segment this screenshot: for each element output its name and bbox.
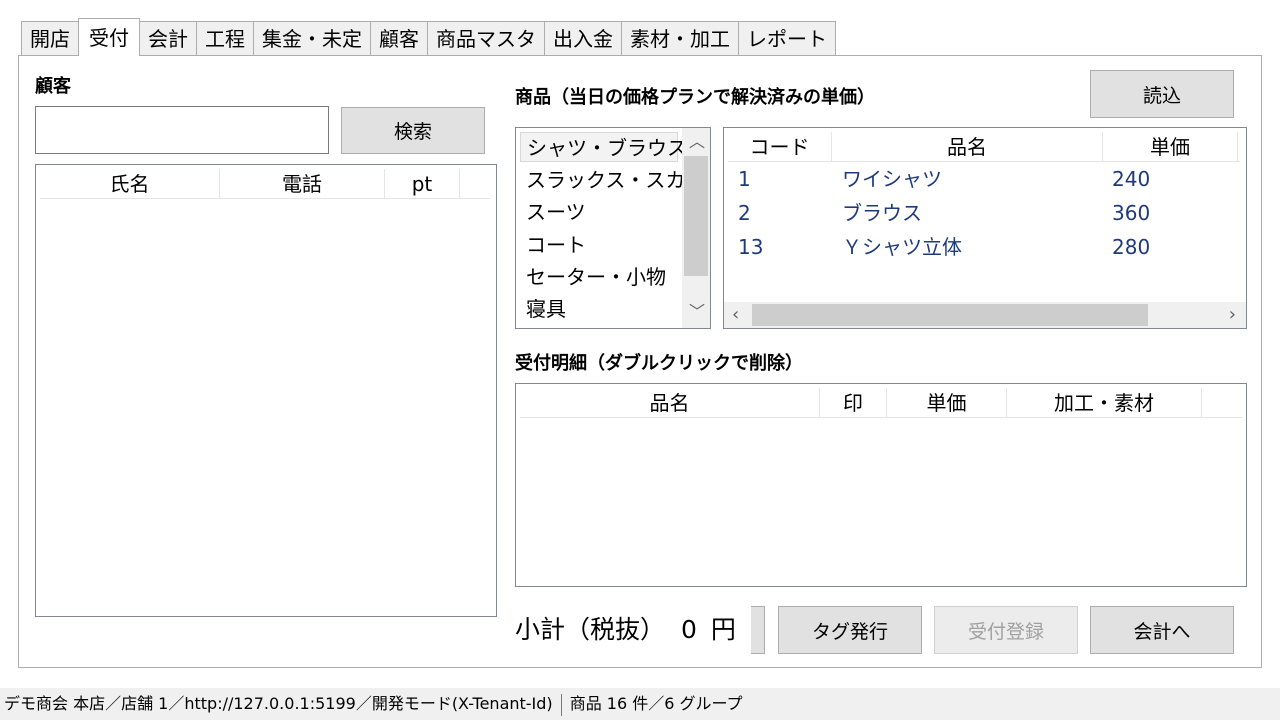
product-table-scroll-thumb[interactable]	[752, 304, 1148, 326]
subtotal-divider	[751, 606, 765, 654]
details-title: 受付明細（ダブルクリックで削除）	[515, 353, 803, 374]
status-separator	[560, 693, 562, 716]
product-group-list[interactable]: シャツ・ブラウス スラックス・スカート スーツ コート セーター・小物 寝具 ︿…	[515, 127, 711, 329]
tab-process[interactable]: 工程	[196, 21, 254, 56]
cell-code: 13	[738, 235, 764, 259]
cell-code: 1	[738, 167, 751, 191]
product-table-hscrollbar[interactable]: ‹ ›	[724, 302, 1246, 328]
column-header-points[interactable]: pt	[385, 169, 460, 198]
register-reception-button[interactable]: 受付登録	[934, 606, 1078, 654]
list-item[interactable]: 寝具	[520, 294, 678, 324]
customer-search-input[interactable]	[35, 106, 329, 154]
column-header-mark[interactable]: 印	[820, 388, 887, 417]
column-header-code[interactable]: コード	[728, 132, 832, 161]
cell-price: 280	[1112, 235, 1151, 259]
table-row[interactable]: 13 Ｙシャツ立体 280	[724, 230, 1150, 264]
tab-collection[interactable]: 集金・未定	[253, 21, 371, 56]
customer-table[interactable]: 氏名 電話 pt	[35, 164, 497, 617]
details-table-header: 品名 印 単価 加工・素材	[520, 388, 1242, 418]
reception-panel: 顧客 検索 氏名 電話 pt 商品（当日の価格プランで解決済みの単価） 読込 シ…	[18, 55, 1262, 668]
subtotal-label: 小計（税抜）	[515, 615, 666, 644]
column-header-product-name[interactable]: 品名	[832, 132, 1103, 161]
column-header-unit-price[interactable]: 単価	[887, 388, 1007, 417]
list-item[interactable]: スラックス・スカート	[520, 165, 710, 195]
tab-reports[interactable]: レポート	[738, 21, 836, 56]
subtotal-unit: 円	[710, 615, 736, 644]
details-table[interactable]: 品名 印 単価 加工・素材	[515, 383, 1247, 587]
column-header-phone[interactable]: 電話	[220, 169, 385, 198]
cell-price: 240	[1112, 167, 1151, 191]
customer-title: 顧客	[35, 76, 71, 97]
load-button[interactable]: 読込	[1090, 70, 1234, 118]
column-header-processing[interactable]: 加工・素材	[1007, 388, 1202, 417]
table-row[interactable]: 1 ワイシャツ 240	[724, 162, 1150, 196]
product-table-header: コード 品名 単価	[728, 132, 1240, 162]
subtotal-value: 0	[680, 615, 697, 644]
product-table[interactable]: コード 品名 単価 1 ワイシャツ 240 2 ブラウス 360 13 Ｙシャツ…	[723, 127, 1247, 329]
group-list-scrollbar[interactable]: ︿ ﹀	[682, 128, 710, 328]
tab-open[interactable]: 開店	[21, 21, 79, 56]
column-header-price[interactable]: 単価	[1103, 132, 1238, 161]
cell-name: ワイシャツ	[842, 167, 942, 191]
customer-table-header: 氏名 電話 pt	[40, 169, 490, 199]
tab-customers[interactable]: 顧客	[370, 21, 428, 56]
scroll-left-icon[interactable]: ‹	[732, 306, 739, 324]
cell-price: 360	[1112, 201, 1151, 225]
cell-name: Ｙシャツ立体	[842, 235, 962, 259]
tab-cash-in-out[interactable]: 出入金	[544, 21, 622, 56]
column-header-item-name[interactable]: 品名	[520, 388, 820, 417]
column-header-name[interactable]: 氏名	[40, 169, 220, 198]
list-item[interactable]: セーター・小物	[520, 262, 678, 292]
scroll-down-icon[interactable]: ﹀	[689, 304, 705, 320]
products-title: 商品（当日の価格プランで解決済みの単価）	[515, 87, 875, 108]
cell-code: 2	[738, 201, 751, 225]
tab-reception[interactable]: 受付	[78, 18, 140, 56]
tab-bar: 開店 受付 会計 工程 集金・未定 顧客 商品マスタ 出入金 素材・加工 レポー…	[21, 18, 836, 56]
list-item[interactable]: スーツ	[520, 197, 678, 227]
go-to-checkout-button[interactable]: 会計へ	[1090, 606, 1234, 654]
tab-product-master[interactable]: 商品マスタ	[427, 21, 545, 56]
tab-materials[interactable]: 素材・加工	[621, 21, 739, 56]
scroll-right-icon[interactable]: ›	[1229, 306, 1236, 324]
status-product-count: 商品 16 件／6 グループ	[569, 694, 743, 713]
subtotal: 小計（税抜） 0 円	[515, 610, 736, 650]
list-item[interactable]: コート	[520, 230, 678, 260]
tab-checkout[interactable]: 会計	[139, 21, 197, 56]
customer-search-button[interactable]: 検索	[341, 107, 485, 154]
scroll-up-icon[interactable]: ︿	[689, 134, 705, 150]
group-list-scroll-thumb[interactable]	[684, 156, 708, 276]
status-bar: デモ商会 本店／店舗 1／http://127.0.0.1:5199／開発モード…	[0, 688, 1280, 720]
tag-issue-button[interactable]: タグ発行	[778, 606, 922, 654]
table-row[interactable]: 2 ブラウス 360	[724, 196, 1150, 230]
list-item[interactable]: シャツ・ブラウス	[520, 132, 687, 162]
status-connection: デモ商会 本店／店舗 1／http://127.0.0.1:5199／開発モード…	[4, 694, 553, 713]
cell-name: ブラウス	[842, 201, 922, 225]
